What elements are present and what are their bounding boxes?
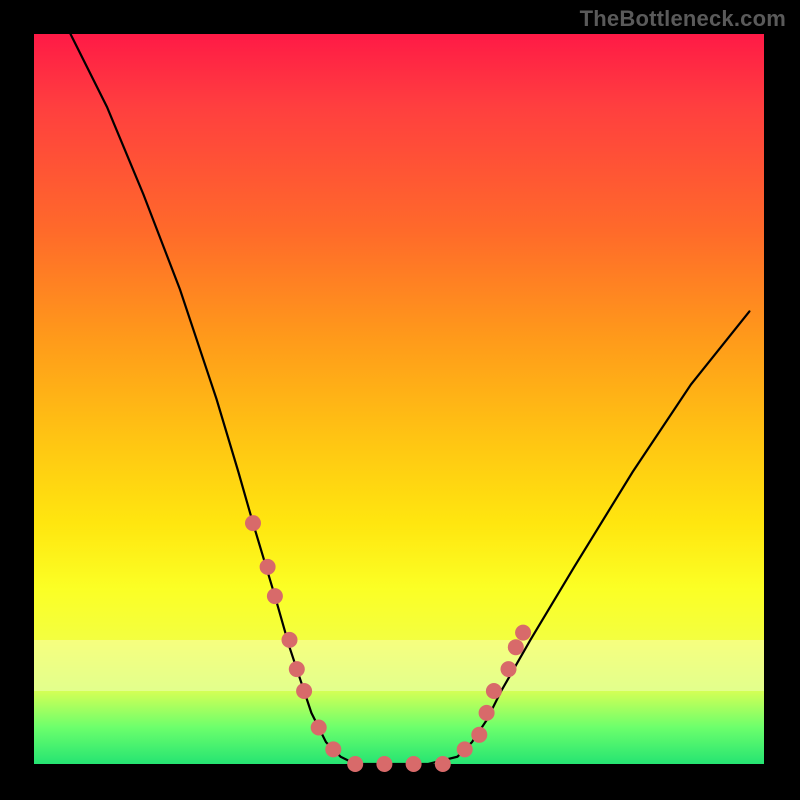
marker-dot: [471, 727, 487, 743]
marker-dot: [376, 756, 392, 772]
curve-layer: [34, 34, 764, 764]
bottleneck-curve-path: [71, 34, 750, 764]
marker-dot: [260, 559, 276, 575]
marker-dot: [508, 639, 524, 655]
marker-dot: [435, 756, 451, 772]
marker-dot: [325, 741, 341, 757]
plot-area: [34, 34, 764, 764]
marker-dot: [282, 632, 298, 648]
marker-dot: [457, 741, 473, 757]
marker-dot: [501, 661, 517, 677]
marker-dot: [347, 756, 363, 772]
marker-dot: [486, 683, 502, 699]
watermark-text: TheBottleneck.com: [580, 6, 786, 32]
chart-stage: TheBottleneck.com: [0, 0, 800, 800]
marker-dot: [289, 661, 305, 677]
marker-dot: [311, 720, 327, 736]
marker-dot: [479, 705, 495, 721]
marker-group: [245, 515, 531, 772]
marker-dot: [406, 756, 422, 772]
marker-dot: [245, 515, 261, 531]
marker-dot: [296, 683, 312, 699]
marker-dot: [267, 588, 283, 604]
marker-dot: [515, 625, 531, 641]
